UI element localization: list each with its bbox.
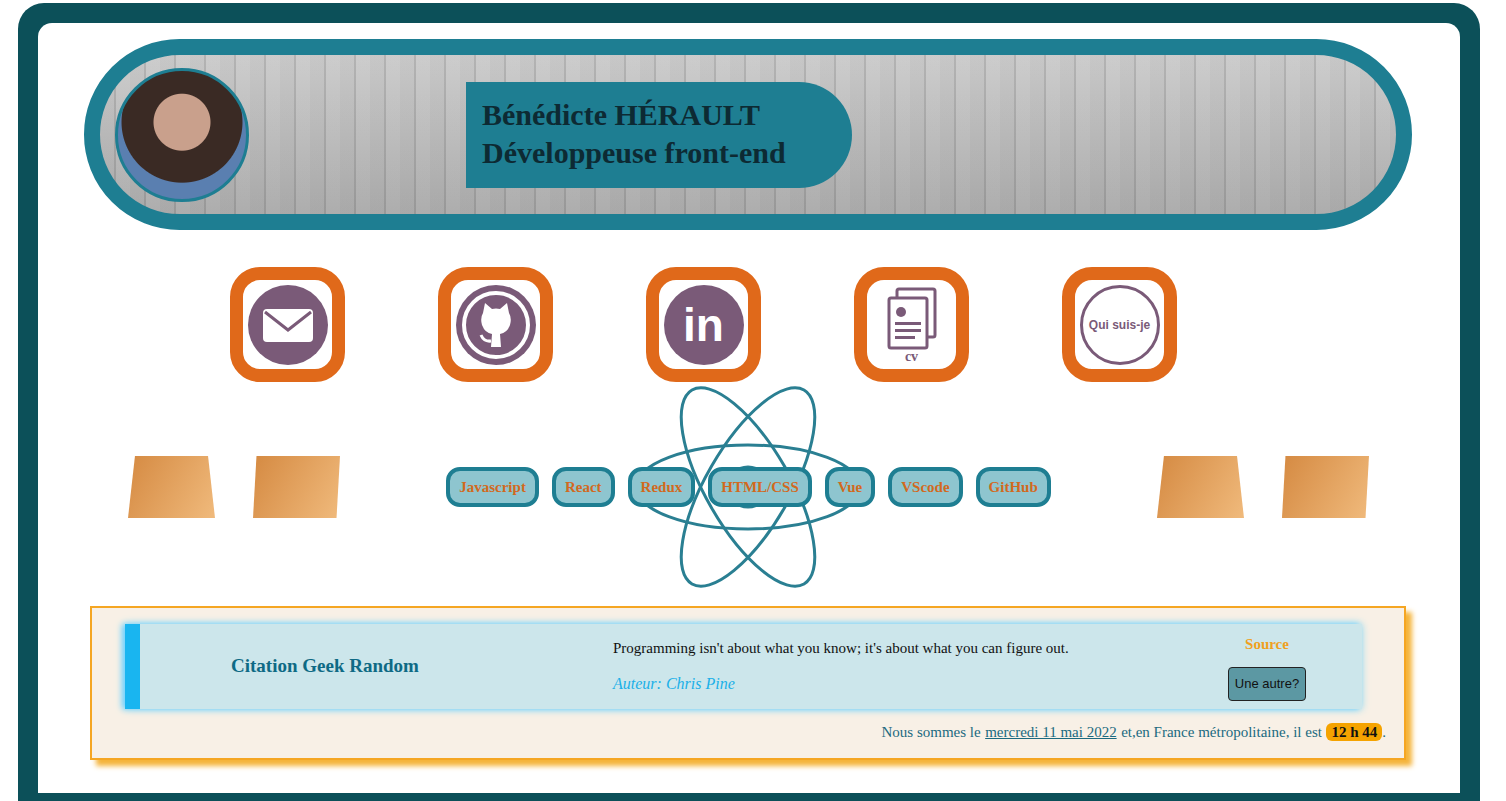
quote-card: Citation Geek RandomProgramming isn't ab… xyxy=(125,624,1362,709)
cv-link[interactable]: cv xyxy=(854,267,969,382)
quote-title: Citation Geek Random xyxy=(140,652,613,681)
title-box: Bénédicte HÉRAULTDéveloppeuse front-end xyxy=(466,82,852,188)
date-middle: et,en France métropolitaine, il est xyxy=(1121,724,1322,740)
about-icon: Qui suis-je xyxy=(1080,285,1160,365)
header-banner: Bénédicte HÉRAULTDéveloppeuse front-end xyxy=(84,39,1412,230)
mail-link[interactable] xyxy=(230,267,345,382)
date-value: mercredi 11 mai 2022 xyxy=(985,724,1116,740)
github-link[interactable] xyxy=(438,267,553,382)
linkedin-icon: in xyxy=(664,285,744,365)
quote-author: Auteur: Chris Pine xyxy=(613,672,1172,696)
quote-actions: Source Une autre? xyxy=(1172,625,1362,709)
role-text: Développeuse front-end xyxy=(482,134,836,172)
right-decor xyxy=(1157,456,1369,518)
time-value: 12 h 44 xyxy=(1326,723,1382,741)
page-frame: Bénédicte HÉRAULTDéveloppeuse front-end i… xyxy=(18,3,1480,801)
avatar-photo xyxy=(115,68,249,202)
quote-body: Programming isn't about what you know; i… xyxy=(613,629,1172,704)
skill-badge: Vue xyxy=(825,467,875,507)
skill-badge: GitHub xyxy=(976,467,1051,507)
social-links: in cv Qui suis-je xyxy=(230,267,1412,382)
linkedin-link[interactable]: in xyxy=(646,267,761,382)
quote-section: Citation Geek RandomProgramming isn't ab… xyxy=(90,606,1406,760)
skill-badge: Redux xyxy=(628,467,696,507)
left-decor xyxy=(128,456,340,518)
github-icon xyxy=(456,285,536,365)
skill-badge: HTML/CSS xyxy=(708,467,812,507)
skill-badge: React xyxy=(552,467,615,507)
quote-text: Programming isn't about what you know; i… xyxy=(613,637,1172,660)
about-text: Qui suis-je xyxy=(1089,316,1150,334)
cv-icon xyxy=(881,286,943,352)
date-line: Nous sommes le mercredi 11 mai 2022 et,en … xyxy=(125,721,1404,744)
about-link[interactable]: Qui suis-je xyxy=(1062,267,1177,382)
block-shape xyxy=(128,456,215,518)
block-shape xyxy=(253,456,340,518)
cv-text: cv xyxy=(905,350,918,364)
date-suffix: . xyxy=(1382,724,1386,740)
source-link[interactable]: Source xyxy=(1245,633,1289,656)
block-shape xyxy=(1282,456,1369,518)
skill-badges: Javascript React Redux HTML/CSS Vue VScode Git… xyxy=(446,467,1051,507)
name-text: Bénédicte HÉRAULT xyxy=(482,96,836,134)
linkedin-text: in xyxy=(683,302,724,348)
block-shape xyxy=(1157,456,1244,518)
skills-row: Javascript React Redux HTML/CSS Vue VScode Git… xyxy=(84,382,1412,592)
page-content: Bénédicte HÉRAULTDéveloppeuse front-end i… xyxy=(38,23,1460,793)
skill-badge: Javascript xyxy=(446,467,539,507)
mail-icon xyxy=(248,285,328,365)
another-quote-button[interactable]: Une autre? xyxy=(1228,667,1306,701)
date-prefix: Nous sommes le xyxy=(881,724,980,740)
skill-badge: VScode xyxy=(888,467,962,507)
